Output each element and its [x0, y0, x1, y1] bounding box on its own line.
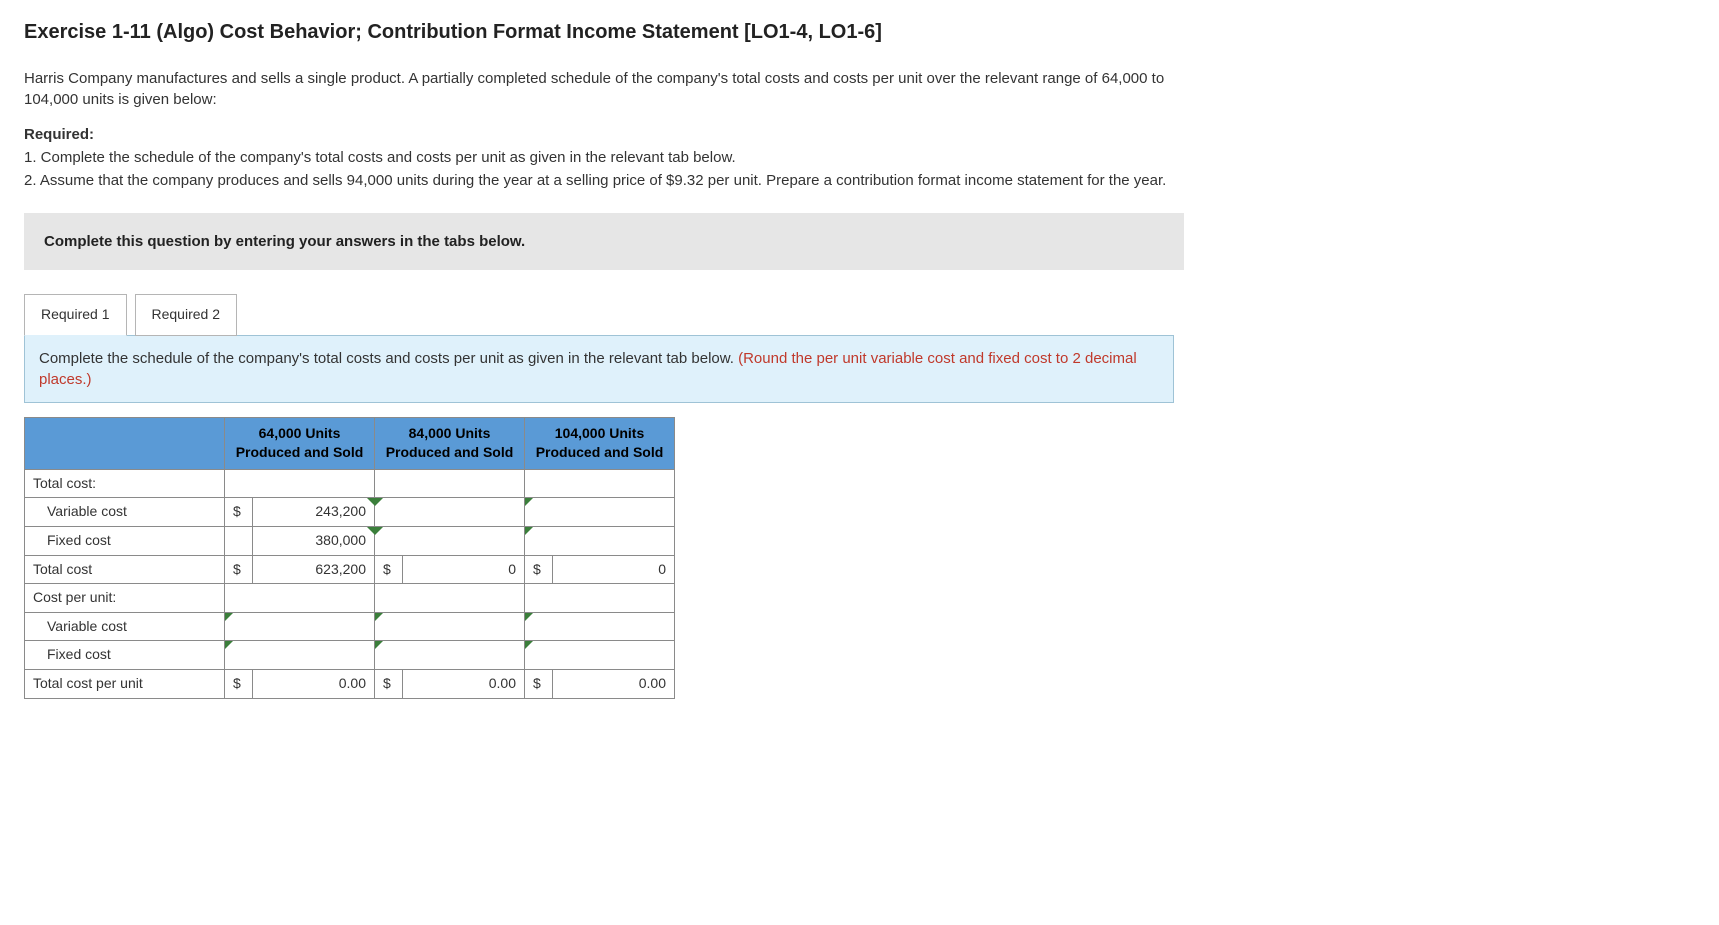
marker-icon: [375, 641, 383, 649]
cell-total-cost-label: Total cost:: [25, 469, 225, 498]
marker-icon: [225, 613, 233, 621]
tab-instruction: Complete the schedule of the company's t…: [39, 350, 738, 367]
tab-row: Required 1 Required 2: [24, 294, 1695, 336]
calc-tc-104: 0: [552, 555, 674, 584]
cell-cpu-variable-label: Variable cost: [25, 612, 225, 641]
input-cpu-vc-84[interactable]: [375, 612, 525, 641]
row-cpu-total: Total cost per unit $ 0.00 $ 0.00 $ 0.00: [25, 669, 675, 698]
input-vc-84[interactable]: [375, 498, 525, 527]
cell-cpu-fixed-label: Fixed cost: [25, 641, 225, 670]
input-fc-64[interactable]: 380,000: [252, 526, 374, 555]
cell-variable-cost-label: Variable cost: [25, 498, 225, 527]
requirement-1: 1. Complete the schedule of the company'…: [24, 147, 1695, 168]
calc-tc-64: 623,200: [252, 555, 374, 584]
row-cpu-variable: Variable cost: [25, 612, 675, 641]
input-fc-84[interactable]: [375, 526, 525, 555]
header-104000: 104,000 Units Produced and Sold: [525, 417, 675, 469]
calc-cpu-104: 0.00: [552, 669, 674, 698]
calc-cpu-84: 0.00: [402, 669, 524, 698]
instruction-box: Complete this question by entering your …: [24, 213, 1184, 270]
marker-icon: [225, 641, 233, 649]
row-cpu-label: Cost per unit:: [25, 584, 675, 613]
tab-content: Complete the schedule of the company's t…: [24, 335, 1174, 403]
input-vc-104[interactable]: [525, 498, 675, 527]
calc-tc-84: 0: [402, 555, 524, 584]
marker-icon: [525, 613, 533, 621]
cell-fixed-cost-label: Fixed cost: [25, 526, 225, 555]
marker-icon: [525, 641, 533, 649]
header-64000: 64,000 Units Produced and Sold: [225, 417, 375, 469]
required-label: Required:: [24, 124, 1695, 145]
input-cpu-vc-104[interactable]: [525, 612, 675, 641]
input-fc-104[interactable]: [525, 526, 675, 555]
input-cpu-vc-64[interactable]: [225, 612, 375, 641]
cell-cpu-total-label: Total cost per unit: [25, 669, 225, 698]
row-total-cost: Total cost $ 623,200 $ 0 $ 0: [25, 555, 675, 584]
cell-dollar: $: [525, 669, 553, 698]
cell-dollar: $: [375, 555, 403, 584]
cell-dollar: $: [225, 669, 253, 698]
intro-text: Harris Company manufactures and sells a …: [24, 68, 1204, 110]
input-cpu-fc-104[interactable]: [525, 641, 675, 670]
tab-required-1[interactable]: Required 1: [24, 294, 127, 336]
input-vc-64[interactable]: 243,200: [252, 498, 374, 527]
row-total-cost-label: Total cost:: [25, 469, 675, 498]
requirement-2: 2. Assume that the company produces and …: [24, 170, 1695, 191]
marker-icon: [525, 527, 533, 535]
marker-icon: [375, 498, 383, 506]
marker-icon: [525, 498, 533, 506]
header-84000: 84,000 Units Produced and Sold: [375, 417, 525, 469]
cell-total-cost: Total cost: [25, 555, 225, 584]
marker-icon: [375, 527, 383, 535]
cell-dollar: $: [225, 555, 253, 584]
row-variable-cost: Variable cost $ 243,200: [25, 498, 675, 527]
cell-dollar: $: [375, 669, 403, 698]
input-cpu-fc-84[interactable]: [375, 641, 525, 670]
row-fixed-cost: Fixed cost 380,000: [25, 526, 675, 555]
header-blank: [25, 417, 225, 469]
cell-cpu-label: Cost per unit:: [25, 584, 225, 613]
input-cpu-fc-64[interactable]: [225, 641, 375, 670]
cell-dollar: $: [525, 555, 553, 584]
cell-dollar: $: [225, 498, 253, 527]
tab-required-2[interactable]: Required 2: [135, 294, 238, 336]
row-cpu-fixed: Fixed cost: [25, 641, 675, 670]
page-title: Exercise 1-11 (Algo) Cost Behavior; Cont…: [24, 18, 1695, 46]
marker-icon: [375, 613, 383, 621]
calc-cpu-64: 0.00: [252, 669, 374, 698]
cost-schedule-table: 64,000 Units Produced and Sold 84,000 Un…: [24, 417, 675, 699]
